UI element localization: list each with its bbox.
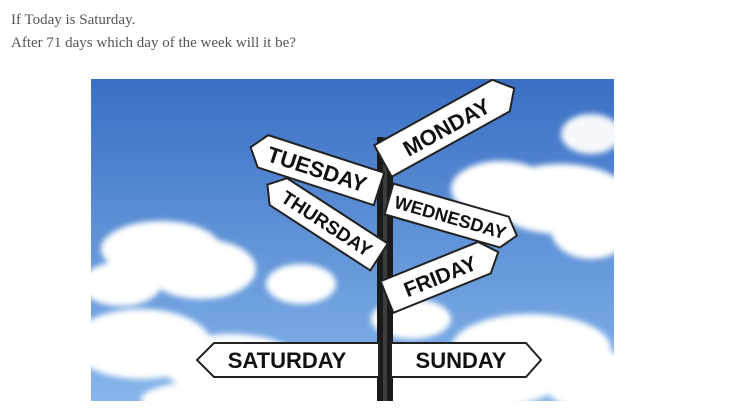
sign-sunday: SUNDAY xyxy=(390,342,543,378)
question-line-2: After 71 days which day of the week will… xyxy=(11,35,296,51)
sign-label-sunday: SUNDAY xyxy=(416,348,507,373)
question-line-1: If Today is Saturday. xyxy=(11,12,136,28)
question-text: If Today is Saturday. After 71 days whic… xyxy=(11,9,296,55)
sign-label-saturday: SATURDAY xyxy=(228,348,347,373)
signpost-illustration: MONDAY TUESDAY WEDNESDAY THURSDAY FRIDAY… xyxy=(91,79,614,401)
signpost-photo: MONDAY TUESDAY WEDNESDAY THURSDAY FRIDAY… xyxy=(91,79,614,401)
sign-saturday: SATURDAY xyxy=(195,342,380,378)
